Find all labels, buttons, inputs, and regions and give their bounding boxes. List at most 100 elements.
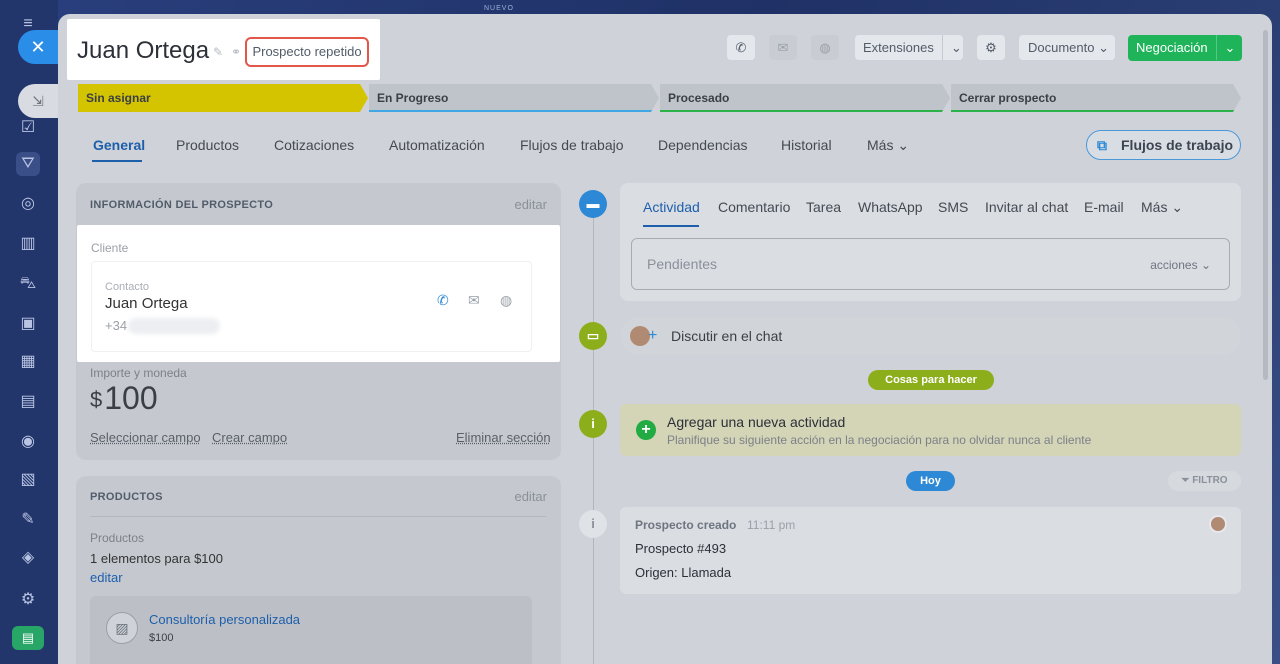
repeat-lead-tag: Prospecto repetido: [245, 37, 369, 67]
mail-icon: ✉: [777, 40, 789, 55]
tab-automation[interactable]: Automatización: [389, 137, 485, 153]
workflows-button-label: Flujos de trabajo: [1121, 137, 1234, 153]
products-summary: 1 elementos para $100: [90, 551, 223, 566]
tab-workflows[interactable]: Flujos de trabajo: [520, 137, 624, 153]
add-activity-subtitle: Planifique su siguiente acción en la neg…: [667, 433, 1092, 447]
tab-more-label: Más: [867, 137, 894, 153]
mail-contact-icon[interactable]: ✉: [468, 292, 480, 309]
robot-icon[interactable]: ◎: [16, 192, 40, 216]
activity-tab-sms[interactable]: SMS: [938, 199, 968, 215]
stage-processed[interactable]: Procesado: [660, 84, 950, 112]
activity-editor: Actividad Comentario Tarea WhatsApp SMS …: [620, 183, 1241, 301]
actions-dropdown[interactable]: acciones ⌄: [1150, 258, 1211, 272]
stage-unassigned[interactable]: Sin asignar: [78, 84, 368, 112]
extensions-label: Extensiones: [863, 40, 934, 55]
chat-bubble-icon: ▬: [579, 190, 607, 218]
discuss-chat-label: Discutir en el chat: [671, 328, 783, 344]
analytics-icon[interactable]: ▥: [16, 232, 40, 256]
today-pill: Hoy: [906, 471, 955, 491]
lead-info-edit-link[interactable]: editar: [514, 197, 547, 212]
filter-label: FILTRO: [1192, 475, 1228, 486]
cart-icon[interactable]: ⛍: [16, 272, 40, 296]
chat-button[interactable]: ◍: [811, 35, 839, 60]
amount-value[interactable]: $100: [90, 380, 158, 417]
settings-button[interactable]: ⚙: [977, 35, 1005, 60]
activity-tab-comment[interactable]: Comentario: [718, 199, 790, 215]
log-time: 11:11 pm: [747, 518, 796, 532]
call-contact-icon[interactable]: ✆: [437, 292, 449, 309]
building-icon[interactable]: ▤: [16, 390, 40, 414]
tab-history[interactable]: Historial: [781, 137, 832, 153]
tab-products[interactable]: Productos: [176, 137, 239, 153]
activity-tab-activity[interactable]: Actividad: [643, 199, 700, 215]
image-icon: ▨: [106, 612, 138, 644]
pending-field[interactable]: Pendientes acciones ⌄: [631, 238, 1230, 290]
activity-tab-task[interactable]: Tarea: [806, 199, 841, 215]
tab-general[interactable]: General: [93, 137, 145, 153]
calendar-icon[interactable]: ▦: [16, 350, 40, 374]
contact-name[interactable]: Juan Ortega: [105, 295, 188, 312]
lead-info-heading: INFORMACIÓN DEL PROSPECTO: [90, 199, 274, 211]
tab-dependencies[interactable]: Dependencias: [658, 137, 748, 153]
tab-more[interactable]: Más ⌄: [867, 137, 909, 154]
stage-close-lead[interactable]: Cerrar prospecto: [951, 84, 1241, 112]
discuss-chat-bar[interactable]: + Discutir en el chat: [620, 317, 1241, 355]
card-icon[interactable]: ▣: [16, 312, 40, 336]
edit-title-icon[interactable]: ✎: [213, 45, 223, 59]
settings-icon[interactable]: ⚙: [16, 588, 40, 612]
phone-blur: [128, 318, 220, 334]
call-button[interactable]: ✆: [727, 35, 755, 60]
tasks-icon[interactable]: ☑: [16, 116, 40, 140]
extensions-button[interactable]: Extensiones ⌄: [855, 35, 963, 60]
chevron-down-icon: ⌄: [950, 40, 962, 55]
products-edit-inline[interactable]: editar: [90, 570, 123, 585]
document-label: Documento: [1028, 40, 1095, 55]
link-icon[interactable]: ⚭: [231, 45, 241, 59]
document-button[interactable]: Documento ⌄: [1019, 35, 1115, 60]
activity-tab-email[interactable]: E-mail: [1084, 199, 1124, 215]
log-line-2: Origen: Llamada: [635, 565, 732, 580]
crm-icon[interactable]: ⛛: [16, 152, 40, 176]
products-edit-link[interactable]: editar: [514, 489, 547, 504]
tab-quotes[interactable]: Cotizaciones: [274, 137, 354, 153]
lead-panel: Juan Ortega ✎ ⚭ Prospecto repetido ✆ ✉ ◍…: [58, 14, 1272, 664]
activity-tab-more[interactable]: Más ⌄: [1141, 199, 1183, 216]
avatar: [1209, 515, 1227, 533]
scrollbar[interactable]: [1263, 30, 1268, 380]
box-icon[interactable]: ◈: [16, 546, 40, 570]
avatar: [630, 326, 650, 346]
add-activity-card[interactable]: + Agregar una nueva actividad Planifique…: [620, 404, 1241, 456]
deal-label: Negociación: [1136, 40, 1208, 55]
workflow-icon: ⧉: [1097, 137, 1107, 153]
workflows-button[interactable]: ⧉ Flujos de trabajo: [1086, 130, 1241, 160]
comment-icon: ▭: [579, 322, 607, 350]
document-icon[interactable]: ▧: [16, 468, 40, 492]
title-highlight: Juan Ortega ✎ ⚭ Prospecto repetido: [67, 19, 380, 80]
client-label: Cliente: [91, 241, 129, 255]
chat-contact-icon[interactable]: ◍: [500, 292, 512, 309]
delete-section-link[interactable]: Eliminar sección: [456, 430, 551, 445]
pending-placeholder: Pendientes: [647, 256, 718, 272]
product-name[interactable]: Consultoría personalizada: [149, 612, 300, 627]
email-button[interactable]: ✉: [769, 35, 797, 60]
target-icon[interactable]: ◉: [16, 430, 40, 454]
products-label: Productos: [90, 531, 145, 545]
tab-underline: [92, 160, 142, 162]
filter-button[interactable]: ⏷ FILTRO: [1168, 471, 1241, 491]
top-label: NUEVO: [484, 5, 514, 12]
close-icon: ✕: [30, 37, 46, 57]
activity-tab-whatsapp[interactable]: WhatsApp: [858, 199, 923, 215]
contact-card: Contacto Juan Ortega +34 ✆ ✉ ◍: [91, 261, 532, 352]
select-field-link[interactable]: Seleccionar campo: [90, 430, 201, 445]
create-field-link[interactable]: Crear campo: [212, 430, 287, 445]
contact-label: Contacto: [105, 281, 150, 293]
currency-symbol: $: [90, 387, 103, 412]
market-icon[interactable]: ▤: [12, 626, 44, 650]
stage-in-progress[interactable]: En Progreso: [369, 84, 659, 112]
activity-tab-invite-chat[interactable]: Invitar al chat: [985, 199, 1068, 215]
log-line-1: Prospecto #493: [635, 541, 727, 556]
deal-button[interactable]: Negociación ⌄: [1128, 35, 1242, 61]
contact-phone[interactable]: +34: [105, 318, 127, 333]
page-title[interactable]: Juan Ortega: [77, 37, 209, 65]
pen-icon[interactable]: ✎: [16, 508, 40, 532]
